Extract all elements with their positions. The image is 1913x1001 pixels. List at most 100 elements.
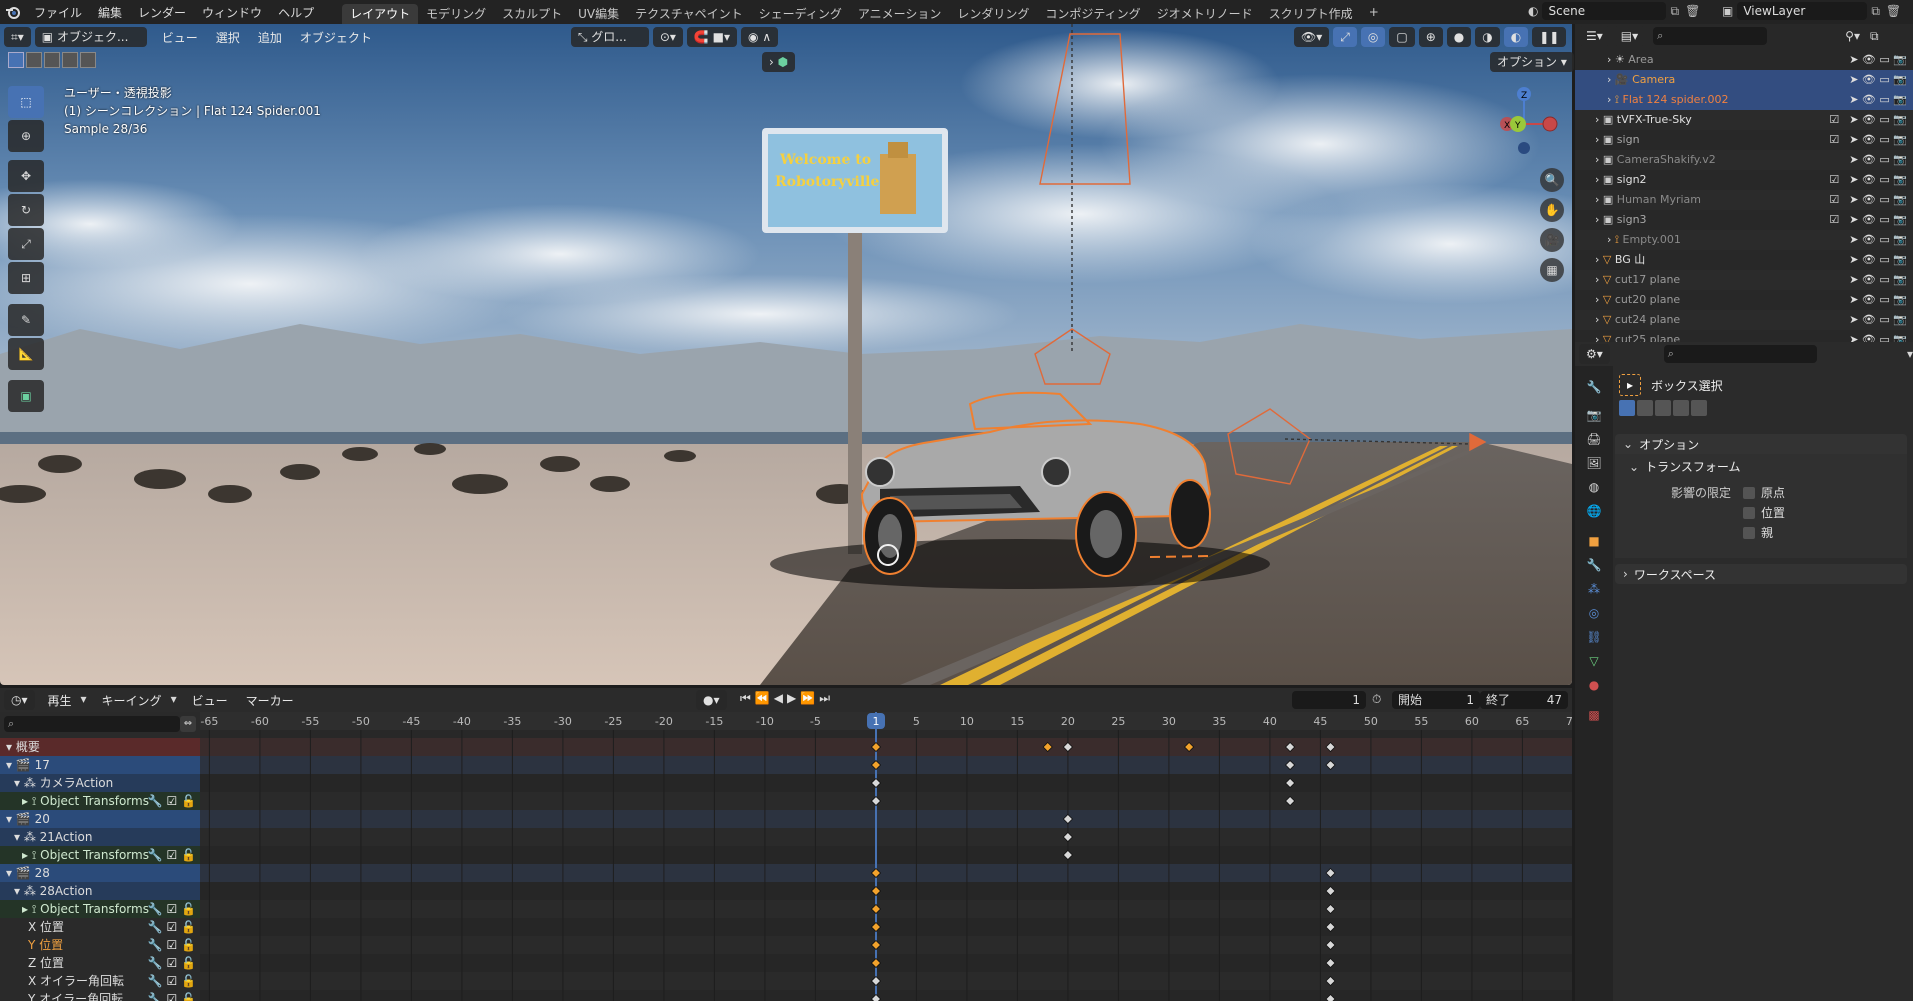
channel-expand-icon[interactable]: ▾ ⁂: [14, 830, 40, 844]
eye-icon[interactable]: 👁: [1862, 93, 1876, 106]
prop-select-invert-icon[interactable]: [1673, 400, 1689, 416]
render-camera-icon[interactable]: 📷: [1893, 93, 1907, 106]
prop-select-subtract-icon[interactable]: [1655, 400, 1671, 416]
shading-material-button[interactable]: ◑: [1475, 27, 1500, 47]
outliner-search-input[interactable]: ⌕: [1653, 27, 1768, 45]
channel-object[interactable]: ▾ 🎬 17: [0, 756, 200, 774]
monitor-icon[interactable]: ▭: [1879, 313, 1889, 326]
shading-solid-button[interactable]: ●: [1446, 27, 1472, 47]
properties-search-input[interactable]: ⌕: [1663, 345, 1817, 363]
eye-icon[interactable]: 👁: [1862, 213, 1876, 226]
mute-checkbox-icon[interactable]: ☑: [166, 794, 177, 808]
lock-icon[interactable]: 🔓: [181, 992, 196, 1001]
mute-checkbox-icon[interactable]: ☑: [166, 956, 177, 970]
channel-group[interactable]: ▸ ⟟ Object Transforms 🔧 ☑ 🔓: [0, 900, 200, 918]
channel-expand-icon[interactable]: ▾ ⁂: [14, 884, 40, 898]
lock-icon[interactable]: 🔓: [181, 938, 196, 952]
monitor-icon[interactable]: ▭: [1879, 193, 1889, 206]
select-extend-icon[interactable]: [26, 52, 42, 68]
outliner-row[interactable]: › ⟟ Flat 124 spider.002 ➤ 👁 ▭ 📷: [1575, 90, 1913, 110]
render-camera-icon[interactable]: 📷: [1893, 113, 1907, 126]
object-tab-icon[interactable]: ■: [1583, 530, 1605, 552]
xray-toggle-button[interactable]: ▢: [1389, 27, 1415, 47]
select-arrow-icon[interactable]: ➤: [1849, 173, 1858, 186]
workspace-tab-5[interactable]: シェーディング: [751, 4, 850, 24]
outliner-row[interactable]: › ▽ BG 山 ➤ 👁 ▭ 📷: [1575, 250, 1913, 270]
stopwatch-icon[interactable]: ⏱: [1372, 692, 1381, 707]
timeline-menu-0[interactable]: 再生: [39, 692, 81, 709]
eye-icon[interactable]: 👁: [1862, 73, 1876, 86]
auto-keying-button[interactable]: ●▾: [696, 690, 727, 710]
scene-tab-icon[interactable]: ◍: [1583, 476, 1605, 498]
pause-render-button[interactable]: ❚❚: [1532, 27, 1567, 47]
mode-selector[interactable]: ▣ オブジェク...: [34, 27, 147, 47]
eye-icon[interactable]: 👁: [1862, 113, 1876, 126]
render-camera-icon[interactable]: 📷: [1893, 273, 1907, 286]
render-camera-icon[interactable]: 📷: [1893, 73, 1907, 86]
modifier-icon[interactable]: 🔧: [148, 956, 163, 970]
monitor-icon[interactable]: ▭: [1879, 53, 1889, 66]
tool-tab-icon[interactable]: 🔧: [1583, 376, 1605, 398]
modifier-icon[interactable]: 🔧: [148, 974, 163, 988]
render-camera-icon[interactable]: 📷: [1893, 133, 1907, 146]
render-camera-icon[interactable]: 📷: [1893, 233, 1907, 246]
affect-origins-checkbox[interactable]: [1743, 486, 1755, 499]
modifier-tab-icon[interactable]: 🔧: [1583, 554, 1605, 576]
channel-expand-icon[interactable]: ▸ ⟟: [22, 794, 40, 808]
physics-tab-icon[interactable]: ◎: [1583, 602, 1605, 624]
select-arrow-icon[interactable]: ➤: [1849, 313, 1858, 326]
workspace-tab-3[interactable]: UV編集: [570, 4, 627, 24]
eye-icon[interactable]: 👁: [1862, 193, 1876, 206]
blender-logo-icon[interactable]: [0, 4, 26, 20]
monitor-icon[interactable]: ▭: [1879, 93, 1889, 106]
render-camera-icon[interactable]: 📷: [1893, 53, 1907, 66]
tool-transform[interactable]: ⊞: [8, 262, 44, 294]
camera-view-icon[interactable]: 🎥: [1540, 228, 1564, 252]
channel-search[interactable]: ⌕: [4, 716, 180, 732]
mute-checkbox-icon[interactable]: ☑: [166, 992, 177, 1001]
menu-1[interactable]: 編集: [90, 4, 130, 21]
play-icon[interactable]: ▶: [787, 691, 796, 706]
affect-parents-option[interactable]: 親: [1743, 524, 1773, 541]
add-workspace-button[interactable]: +: [1361, 2, 1387, 22]
scene-delete-icon[interactable]: 🗑: [1685, 4, 1700, 18]
jump-end-icon[interactable]: ⏭: [819, 691, 830, 706]
eye-icon[interactable]: 👁: [1862, 293, 1876, 306]
viewport-menu-3[interactable]: オブジェクト: [291, 29, 381, 46]
outliner-row[interactable]: › ▣ CameraShakify.v2 ➤ 👁 ▭ 📷: [1575, 150, 1913, 170]
channel-fcurve-selected[interactable]: Y 位置 🔧 ☑ 🔓: [0, 936, 200, 954]
channel-expand-icon[interactable]: ▸ ⟟: [22, 902, 40, 916]
tool-cursor[interactable]: ⊕: [8, 120, 44, 152]
outliner-editor-type-button[interactable]: ☰▾: [1579, 26, 1610, 46]
monitor-icon[interactable]: ▭: [1879, 233, 1889, 246]
visibility-button[interactable]: 👁▾: [1294, 27, 1330, 47]
scene-icon[interactable]: ◐: [1528, 4, 1538, 18]
select-arrow-icon[interactable]: ➤: [1849, 233, 1858, 246]
mute-checkbox-icon[interactable]: ☑: [166, 848, 177, 862]
lock-icon[interactable]: 🔓: [181, 902, 196, 916]
workspace-tab-10[interactable]: スクリプト作成: [1261, 4, 1361, 24]
frame-ruler[interactable]: [0, 712, 1572, 730]
channel-summary[interactable]: ▾ 概要: [0, 738, 200, 756]
material-tab-icon[interactable]: ●: [1583, 674, 1605, 696]
eye-icon[interactable]: 👁: [1862, 253, 1876, 266]
channel-action[interactable]: ▾ ⁂ 21Action: [0, 828, 200, 846]
select-arrow-icon[interactable]: ➤: [1849, 193, 1858, 206]
current-frame-field[interactable]: 1: [1292, 691, 1366, 709]
view-layer-selector[interactable]: ViewLayer: [1737, 2, 1868, 20]
scene-selector[interactable]: Scene: [1542, 2, 1667, 20]
workspace-tab-8[interactable]: コンポジティング: [1037, 4, 1148, 24]
eye-icon[interactable]: 👁: [1862, 273, 1876, 286]
exclude-checkbox-icon[interactable]: ☑: [1829, 113, 1839, 126]
new-collection-icon[interactable]: ⧉: [1870, 29, 1879, 44]
properties-editor-type-button[interactable]: ⚙▾: [1579, 344, 1610, 364]
ortho-grid-icon[interactable]: ▦: [1540, 258, 1564, 282]
eye-icon[interactable]: 👁: [1862, 233, 1876, 246]
select-invert-icon[interactable]: [62, 52, 78, 68]
outliner-row[interactable]: › ☀ Area ➤ 👁 ▭ 📷: [1575, 50, 1913, 70]
monitor-icon[interactable]: ▭: [1879, 173, 1889, 186]
tool-scale[interactable]: ⤢: [8, 228, 44, 260]
lock-icon[interactable]: 🔓: [181, 848, 196, 862]
navigation-gizmo[interactable]: Z X Y: [1488, 84, 1560, 156]
workspace-tab-4[interactable]: テクスチャペイント: [627, 4, 751, 24]
